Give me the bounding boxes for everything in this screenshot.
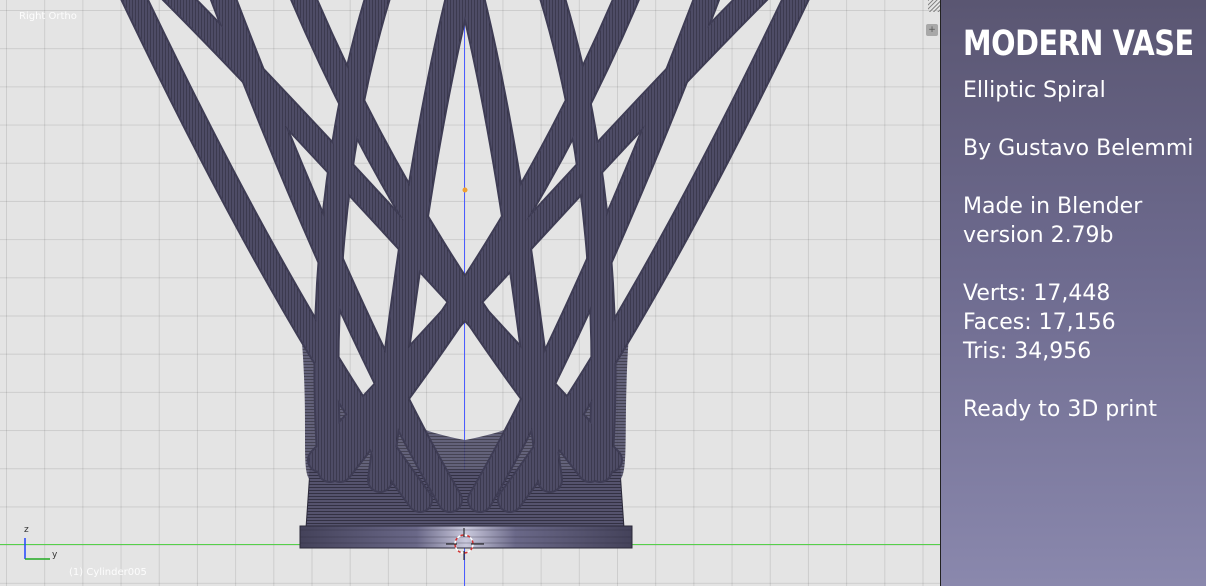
view-label: Right Ortho (19, 11, 77, 22)
panel-version: version 2.79b (963, 223, 1114, 248)
panel-faces: Faces: 17,156 (963, 310, 1116, 335)
panel-ready: Ready to 3D print (963, 397, 1157, 422)
panel-verts: Verts: 17,448 (963, 281, 1111, 306)
axis-gizmo-y-label: y (52, 550, 58, 560)
corner-handle-icon[interactable] (928, 0, 940, 12)
panel-subtitle: Elliptic Spiral (963, 78, 1106, 103)
panel-title: MODERN VASE (963, 24, 1194, 64)
axis-gizmo-z-label: z (24, 525, 29, 535)
info-panel: MODERN VASE Elliptic Spiral By Gustavo B… (941, 0, 1206, 586)
active-object-label: (1) Cylinder005 (69, 567, 147, 578)
vase-mesh[interactable] (0, 0, 940, 586)
3d-viewport[interactable]: Right Ortho (1) Cylinder005 z y + (0, 0, 940, 586)
panel-tris: Tris: 34,956 (963, 339, 1092, 364)
plus-icon[interactable]: + (926, 24, 938, 36)
panel-made-in: Made in Blender (963, 194, 1143, 219)
panel-author: By Gustavo Belemmi (963, 136, 1194, 161)
